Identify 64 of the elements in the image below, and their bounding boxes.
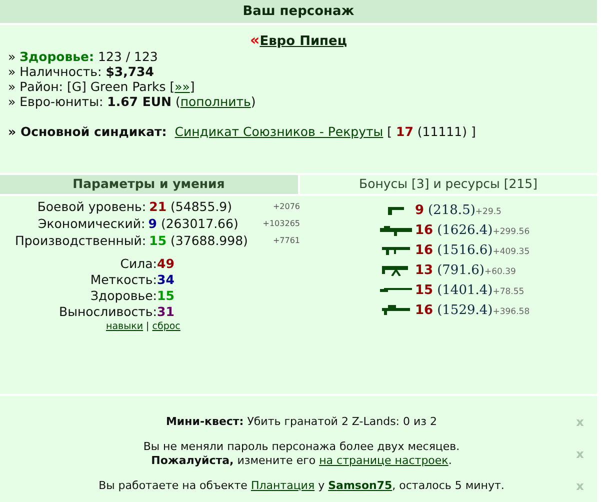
stat-label: Выносливость: xyxy=(58,303,157,321)
level-label: Экономический: xyxy=(37,215,146,234)
level-value: 21 xyxy=(149,198,167,216)
weapon-experience: (1516.6) xyxy=(437,242,493,260)
weapon-level: 16 xyxy=(415,222,434,240)
weapon-experience: (791.6) xyxy=(437,262,484,280)
notice-text: Пожалуйста, измените его на странице настроек. xyxy=(151,454,452,468)
weapon-level: 9 xyxy=(415,202,424,220)
rifle-icon xyxy=(380,244,412,256)
stat-label: Меткость: xyxy=(89,270,157,289)
reset-link[interactable]: сброс xyxy=(152,320,180,334)
syndicate-label: » Основной синдикат: xyxy=(8,124,167,139)
level-value: 15 xyxy=(149,232,167,250)
weapon-experience: (1626.4) xyxy=(437,222,493,240)
character-name[interactable]: Евро Пипец xyxy=(260,34,347,49)
notice-text: Вы работаете на объекте Плантация у Samson75, осталось 5 минут. xyxy=(98,479,504,493)
weapon-level: 16 xyxy=(415,242,434,260)
text-link[interactable]: Плантация xyxy=(250,479,315,492)
level-gain: +7761 xyxy=(272,235,300,248)
weapon-experience: (1401.4) xyxy=(437,282,493,300)
info-line: » Наличность: $3,734 xyxy=(8,64,155,79)
text-link[interactable]: »» xyxy=(174,79,190,94)
weapon-gain: +396.58 xyxy=(492,306,530,319)
rifle-icon xyxy=(380,224,412,236)
stat-value: 34 xyxy=(157,270,174,289)
stat-value: 49 xyxy=(157,254,174,273)
stat-value: 31 xyxy=(157,302,174,321)
panel-header: Ваш персонаж xyxy=(0,0,597,25)
weapon-level: 16 xyxy=(415,302,434,320)
weapon-gain: +409.35 xyxy=(492,246,530,259)
tab[interactable]: Параметры и умения xyxy=(0,174,298,194)
info-line: » Здоровье: 123 / 123 xyxy=(8,49,159,64)
stat-label: Сила: xyxy=(119,254,157,273)
text-link[interactable]: пополнить xyxy=(180,94,251,109)
info-line: » Евро-юниты: 1.67 EUN (пополнить) xyxy=(8,94,257,109)
link-separator: | xyxy=(146,320,150,334)
weapon-level: 15 xyxy=(415,282,434,300)
stat-value: 15 xyxy=(157,286,174,305)
syndicate-level: [ 17 (11111) ] xyxy=(387,124,476,139)
weapon-gain: +29.5 xyxy=(475,206,502,219)
player-link[interactable]: Samson75 xyxy=(328,479,392,492)
weapon-experience: (218.5) xyxy=(428,202,476,220)
rifle-icon xyxy=(380,304,412,316)
text-link[interactable]: на странице настроек xyxy=(319,454,448,467)
info-line: » Район: [G] Green Parks [»»] xyxy=(8,79,196,94)
level-label: Производственный: xyxy=(14,232,146,250)
syndicate-link[interactable]: Синдикат Союзников - Рекруты xyxy=(174,124,384,139)
notice-text: Вы не меняли пароль персонажа более двух месяцев. xyxy=(143,440,460,454)
stat-label: Здоровье: xyxy=(89,286,157,305)
weapon-experience: (1529.4) xyxy=(437,302,493,320)
level-experience: (263017.66) xyxy=(160,215,240,234)
skills-link[interactable]: навыки xyxy=(106,320,144,334)
weapon-level: 13 xyxy=(415,262,434,280)
level-gain: +2076 xyxy=(272,201,300,214)
level-experience: (54855.9) xyxy=(170,198,233,216)
level-experience: (37688.998) xyxy=(170,232,249,250)
level-label: Боевой уровень: xyxy=(36,198,146,216)
weapon-gain: +299.56 xyxy=(492,226,530,239)
arrows-icon: « xyxy=(250,33,260,48)
notice-text: Мини-квест: Убить гранатой 2 Z-Lands: 0 из 2 xyxy=(166,415,437,429)
weapon-gain: +78.55 xyxy=(492,286,524,299)
level-gain: +103265 xyxy=(262,218,300,230)
level-value: 9 xyxy=(148,215,157,234)
weapon-gain: +60.39 xyxy=(484,266,516,279)
